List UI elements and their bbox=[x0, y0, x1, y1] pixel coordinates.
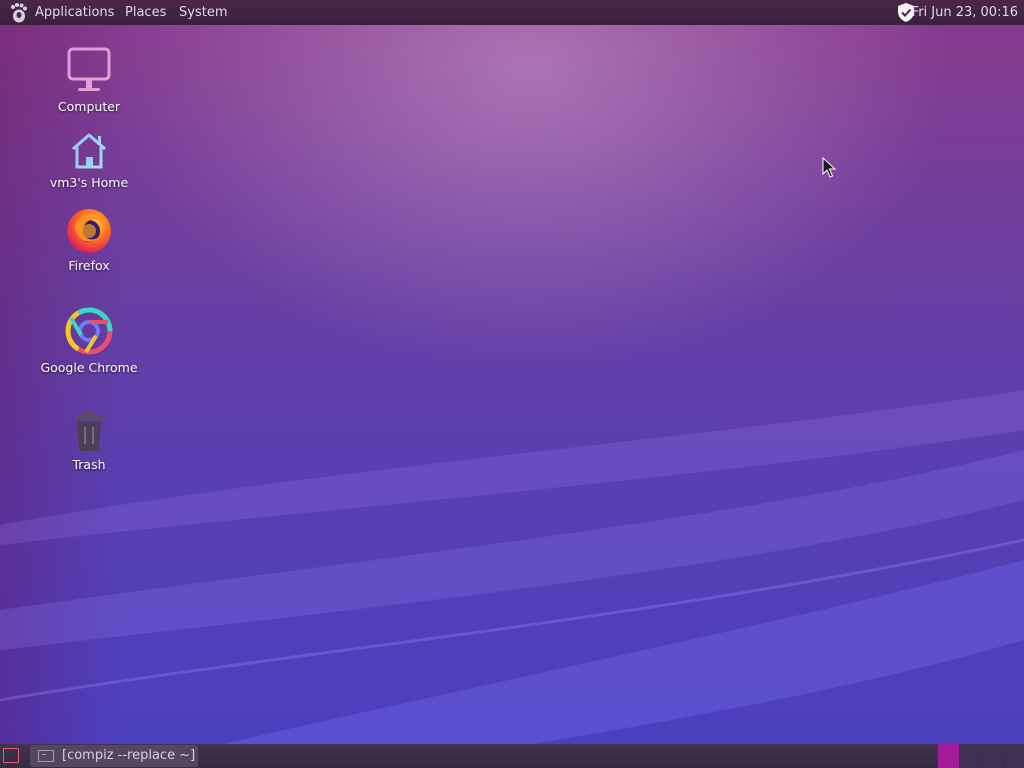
trash-icon bbox=[75, 412, 103, 451]
mouse-cursor-icon bbox=[822, 157, 836, 178]
desktop-icon-label: Computer bbox=[57, 99, 121, 114]
top-panel: Applications Places System Fri Jun 23, 0… bbox=[0, 0, 1024, 25]
desktop-icon-label: Google Chrome bbox=[40, 360, 138, 375]
menu-applications[interactable]: Applications bbox=[35, 5, 114, 20]
menu-places[interactable]: Places bbox=[125, 5, 166, 20]
desktop-icon-firefox[interactable]: Firefox bbox=[29, 207, 149, 273]
firefox-icon bbox=[67, 209, 111, 253]
workspace-3[interactable] bbox=[982, 744, 1003, 768]
workspace-2[interactable] bbox=[960, 744, 981, 768]
taskbar-item[interactable]: [compiz --replace ~] bbox=[30, 745, 198, 767]
menu-system[interactable]: System bbox=[179, 5, 227, 20]
clock[interactable]: Fri Jun 23, 00:16 bbox=[912, 5, 1018, 20]
desktop-background bbox=[0, 0, 1024, 768]
home-icon bbox=[72, 133, 106, 169]
show-desktop-button[interactable] bbox=[3, 748, 19, 763]
workspace-1[interactable] bbox=[938, 744, 959, 768]
desktop-icon-label: vm3's Home bbox=[49, 175, 129, 190]
desktop-icon-home[interactable]: vm3's Home bbox=[29, 130, 149, 190]
taskbar-item-label: [compiz --replace ~] bbox=[62, 748, 196, 763]
chrome-icon bbox=[65, 307, 113, 355]
monitor-icon bbox=[67, 47, 111, 91]
wallpaper-waves bbox=[0, 390, 1024, 768]
gnome-foot-icon[interactable] bbox=[8, 2, 30, 24]
desktop-icon-trash[interactable]: Trash bbox=[29, 410, 149, 472]
desktop-icon-label: Trash bbox=[72, 457, 106, 472]
desktop-icon-label: Firefox bbox=[68, 258, 110, 273]
bottom-panel: [compiz --replace ~] bbox=[0, 744, 1024, 768]
desktop-icon-chrome[interactable]: Google Chrome bbox=[29, 305, 149, 375]
terminal-icon bbox=[38, 750, 54, 762]
desktop-icon-computer[interactable]: Computer bbox=[29, 46, 149, 114]
workspace-4[interactable] bbox=[1004, 744, 1024, 768]
